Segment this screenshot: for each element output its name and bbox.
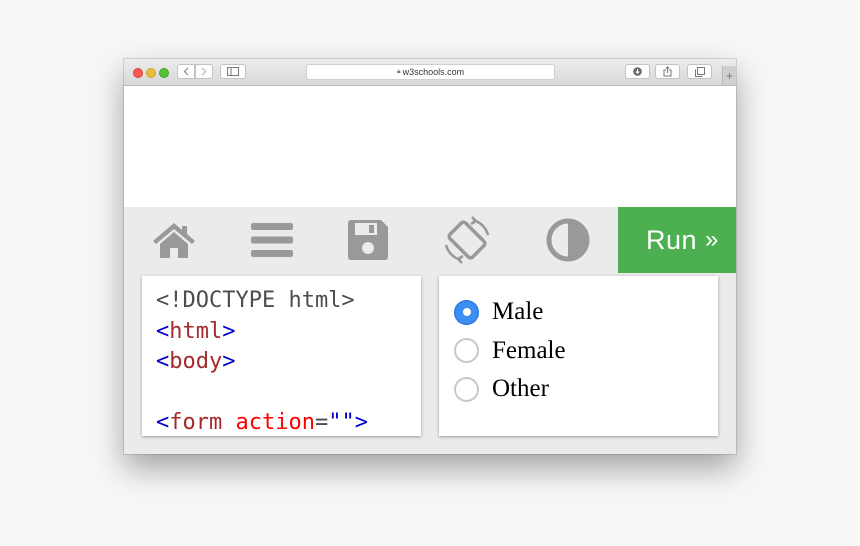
radio-option-male[interactable]: Male [454,293,718,332]
browser-window: 🔒︎ w3schools.com + Run » <!DOCTYPE html>… [124,59,736,454]
radio-label-female: Female [492,336,566,364]
code-line-3: <body> [156,349,236,374]
editor-area: <!DOCTYPE html> <html> <body> ​<form action… [124,273,736,454]
close-window-button[interactable] [133,68,143,78]
address-url: w3schools.com [402,67,465,77]
radio-option-female[interactable]: Female [454,332,718,371]
save-button[interactable] [344,216,392,264]
sidebar-button[interactable] [220,64,246,79]
forward-button[interactable] [195,64,213,79]
rotate-button[interactable] [443,216,491,264]
double-chevron-right-icon: » [705,226,719,253]
share-button[interactable] [655,64,680,79]
run-button[interactable]: Run » [618,207,736,273]
chevron-right-icon [201,67,207,76]
home-icon [153,223,195,258]
menu-icon [251,223,293,257]
radio-label-other: Other [492,375,549,403]
home-button[interactable] [150,216,198,264]
page-blank-area [124,86,736,207]
back-button[interactable] [177,64,195,79]
downloads-button[interactable] [625,64,650,79]
radio-other[interactable] [454,376,479,402]
zoom-window-button[interactable] [159,68,169,78]
rotate-icon [444,216,490,264]
code-line-2: <html> [156,318,236,344]
tabs-icon [694,66,705,77]
run-label: Run [646,224,698,255]
menu-button[interactable] [248,216,296,264]
save-icon [348,220,388,260]
lock-icon: 🔒︎ [396,68,401,75]
code-line-5: <form action=""> [156,410,368,435]
code-editor[interactable]: <!DOCTYPE html> <html> <body> ​<form action… [142,276,421,436]
theme-toggle-button[interactable] [544,216,592,264]
code-line-1: <!DOCTYPE html> [156,288,355,313]
new-tab-button[interactable]: + [722,66,736,85]
minimize-window-button[interactable] [146,68,156,78]
code-line-4: ​ [156,378,421,409]
chevron-left-icon [183,67,189,76]
sidebar-icon [227,67,239,76]
result-panel: Male Female Other [439,276,718,436]
tabs-overview-button[interactable] [687,64,712,79]
radio-female[interactable] [454,338,479,364]
address-bar[interactable]: 🔒︎ w3schools.com [306,64,555,80]
radio-male[interactable] [454,299,479,325]
share-icon [663,66,672,77]
contrast-icon [546,218,590,262]
radio-option-other[interactable]: Other [454,370,718,409]
title-bar: 🔒︎ w3schools.com + [124,59,736,86]
radio-label-male: Male [492,298,544,326]
download-icon [633,67,642,76]
